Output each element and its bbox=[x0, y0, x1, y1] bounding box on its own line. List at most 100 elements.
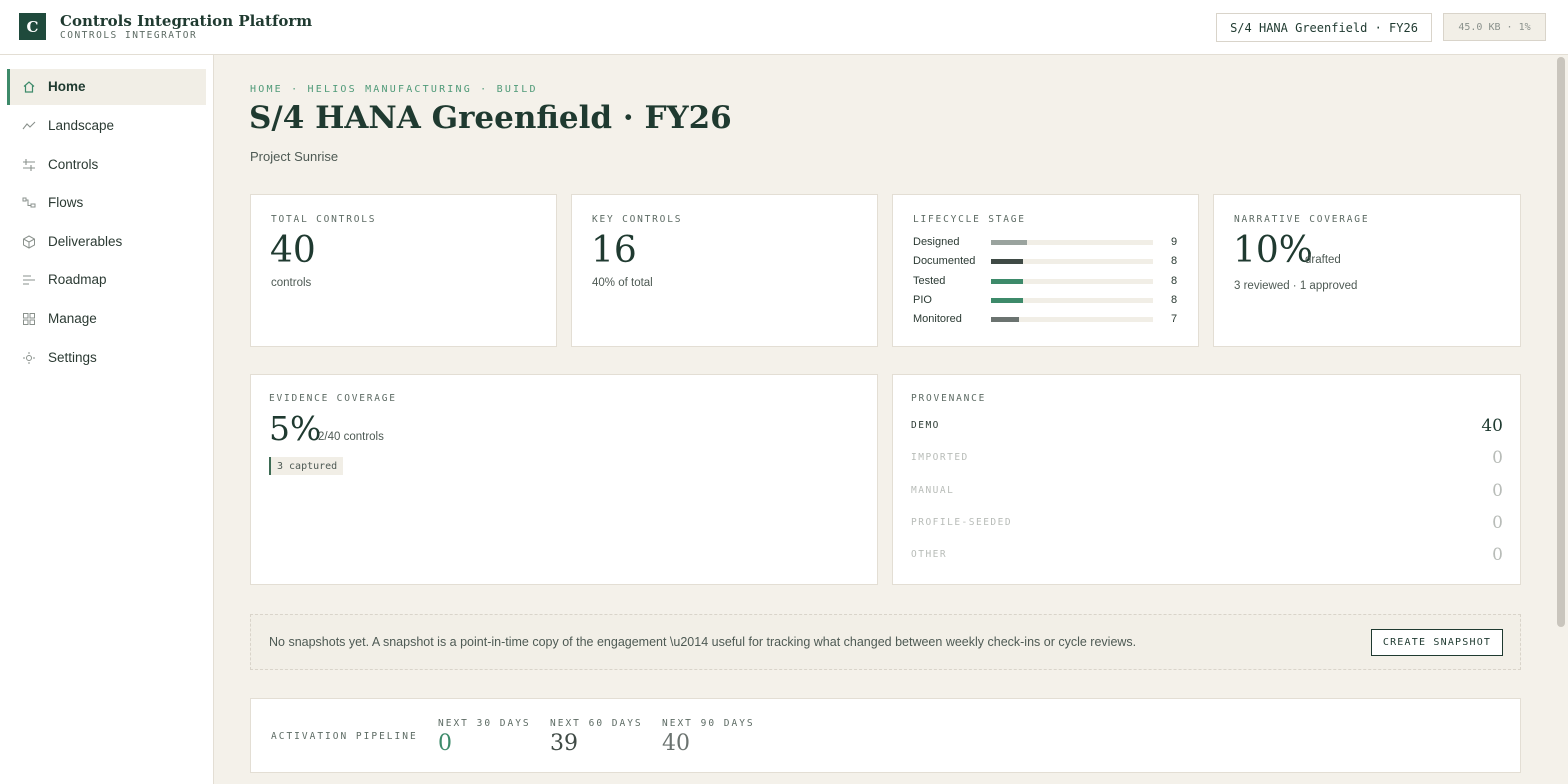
lifecycle-bar bbox=[991, 259, 1023, 265]
sidebar-item-label: Deliverables bbox=[48, 234, 123, 249]
lifecycle-stage-name: Designed bbox=[913, 236, 960, 248]
page-subtitle: Project Sunrise bbox=[250, 149, 339, 164]
lifecycle-stage-name: Tested bbox=[913, 274, 946, 287]
settings-icon bbox=[23, 352, 35, 364]
sidebar-item-manage[interactable]: Manage bbox=[7, 301, 206, 337]
card-label: PROVENANCE bbox=[911, 393, 987, 404]
sidebar-item-landscape[interactable]: Landscape bbox=[7, 108, 206, 144]
evidence-coverage-value: 5% bbox=[269, 409, 322, 448]
create-snapshot-button[interactable]: CREATE SNAPSHOT bbox=[1371, 629, 1503, 656]
package-icon bbox=[23, 235, 35, 249]
provenance-value: 40 bbox=[1481, 416, 1503, 436]
lifecycle-stage-name: Documented bbox=[913, 255, 976, 268]
key-controls-value: 16 bbox=[591, 230, 637, 271]
lifecycle-stage-count: 9 bbox=[1171, 236, 1178, 248]
lifecycle-bar-track bbox=[991, 317, 1153, 323]
sidebar-item-roadmap[interactable]: Roadmap bbox=[7, 262, 206, 298]
pipeline-bucket-30-label: NEXT 30 DAYS bbox=[438, 718, 531, 729]
evidence-coverage-card[interactable]: EVIDENCE COVERAGE 5% 2/40 controls 3 cap… bbox=[250, 374, 878, 585]
sidebar-item-label: Landscape bbox=[48, 118, 115, 133]
evidence-coverage-suffix: 2/40 controls bbox=[318, 431, 384, 443]
provenance-row-profile-seeded: PROFILE-SEEDED 0 bbox=[911, 513, 1503, 535]
sliders-icon bbox=[23, 159, 35, 171]
lifecycle-bar bbox=[991, 278, 1023, 284]
lifecycle-bar bbox=[991, 317, 1019, 323]
provenance-label: OTHER bbox=[911, 549, 948, 561]
sidebar-item-label: Manage bbox=[48, 311, 97, 326]
key-controls-card[interactable]: KEY CONTROLS 16 40% of total bbox=[571, 194, 878, 347]
pipeline-bucket-90-value: 40 bbox=[662, 731, 690, 756]
lifecycle-bar-track bbox=[991, 297, 1153, 303]
provenance-value: 0 bbox=[1492, 545, 1503, 566]
page-title: S/4 HANA Greenfield · FY26 bbox=[249, 100, 732, 136]
lifecycle-row: Documented 8 bbox=[913, 254, 1181, 270]
sidebar-item-label: Controls bbox=[48, 157, 99, 172]
lifecycle-bar bbox=[991, 297, 1023, 303]
lifecycle-bar-track bbox=[991, 278, 1153, 284]
sidebar-item-label: Home bbox=[48, 79, 86, 94]
lifecycle-bar-track bbox=[991, 259, 1153, 265]
snapshot-banner: No snapshots yet. A snapshot is a point-… bbox=[250, 614, 1521, 670]
sidebar-item-home[interactable]: Home bbox=[7, 69, 206, 105]
narrative-coverage-card[interactable]: NARRATIVE COVERAGE 10% drafted 3 reviewe… bbox=[1213, 194, 1521, 347]
scrollbar[interactable] bbox=[1555, 55, 1568, 784]
lifecycle-stage-card[interactable]: LIFECYCLE STAGE Designed 9 Documented 8 Test… bbox=[892, 194, 1199, 347]
pipeline-bucket-60-value: 39 bbox=[550, 731, 578, 756]
provenance-label: DEMO bbox=[911, 420, 940, 431]
grid-icon bbox=[23, 313, 35, 325]
lifecycle-stage-count: 8 bbox=[1171, 274, 1178, 287]
total-controls-card[interactable]: TOTAL CONTROLS 40 controls bbox=[250, 194, 557, 347]
trend-icon bbox=[22, 121, 36, 130]
lifecycle-row: Monitored 7 bbox=[913, 312, 1181, 328]
home-icon bbox=[23, 81, 35, 93]
flow-icon bbox=[22, 197, 36, 208]
lifecycle-row: Designed 9 bbox=[913, 235, 1181, 251]
app-logo[interactable]: C bbox=[19, 13, 46, 40]
lifecycle-stage-count: 8 bbox=[1171, 293, 1178, 306]
provenance-value: 0 bbox=[1492, 480, 1503, 501]
sidebar-item-label: Flows bbox=[48, 195, 84, 210]
sidebar-item-deliverables[interactable]: Deliverables bbox=[7, 224, 206, 260]
provenance-label: PROFILE-SEEDED bbox=[911, 516, 1013, 528]
app-subtitle: CONTROLS INTEGRATOR bbox=[60, 30, 198, 41]
sidebar-item-controls[interactable]: Controls bbox=[7, 147, 206, 183]
provenance-card[interactable]: PROVENANCE DEMO 40 IMPORTED 0 MANUAL 0 PROFILE… bbox=[892, 374, 1521, 585]
lifecycle-stage-count: 7 bbox=[1171, 313, 1178, 326]
provenance-row-demo: DEMO 40 bbox=[911, 416, 1503, 438]
pipeline-bucket-90-label: NEXT 90 DAYS bbox=[662, 718, 755, 729]
provenance-label: MANUAL bbox=[911, 484, 955, 496]
sidebar-item-settings[interactable]: Settings bbox=[7, 340, 206, 376]
breadcrumb[interactable]: HOME · HELIOS MANUFACTURING · BUILD bbox=[250, 84, 538, 95]
narrative-coverage-value: 10% bbox=[1233, 230, 1314, 271]
sidebar: Home Landscape Controls Flows Deliverabl… bbox=[0, 55, 214, 784]
lifecycle-row: PIO 8 bbox=[913, 293, 1181, 309]
total-controls-note: controls bbox=[271, 277, 312, 289]
sidebar-item-label: Roadmap bbox=[48, 272, 107, 287]
snapshot-message: No snapshots yet. A snapshot is a point-… bbox=[269, 635, 1137, 649]
card-label: TOTAL CONTROLS bbox=[271, 214, 377, 225]
provenance-row-manual: MANUAL 0 bbox=[911, 481, 1503, 503]
app-title: Controls Integration Platform bbox=[60, 12, 313, 30]
lifecycle-row: Tested 8 bbox=[913, 274, 1181, 290]
project-selector[interactable]: S/4 HANA Greenfield · FY26 bbox=[1216, 13, 1432, 42]
pipeline-label: ACTIVATION PIPELINE bbox=[271, 731, 418, 742]
narrative-coverage-suffix: drafted bbox=[1305, 254, 1341, 266]
narrative-coverage-note: 3 reviewed · 1 approved bbox=[1234, 280, 1358, 292]
pipeline-bucket-60-label: NEXT 60 DAYS bbox=[550, 718, 643, 729]
card-label: KEY CONTROLS bbox=[592, 214, 683, 225]
activation-pipeline-card[interactable]: ACTIVATION PIPELINE NEXT 30 DAYS 0 NEXT … bbox=[250, 698, 1521, 773]
card-label: NARRATIVE COVERAGE bbox=[1234, 214, 1370, 225]
provenance-value: 0 bbox=[1492, 448, 1503, 469]
provenance-row-imported: IMPORTED 0 bbox=[911, 448, 1503, 470]
total-controls-value: 40 bbox=[270, 230, 316, 271]
scrollbar-thumb[interactable] bbox=[1557, 57, 1565, 627]
sidebar-item-label: Settings bbox=[48, 350, 97, 365]
roadmap-icon bbox=[23, 275, 35, 285]
top-bar: C Controls Integration Platform CONTROLS… bbox=[0, 0, 1568, 55]
sidebar-item-flows[interactable]: Flows bbox=[7, 185, 206, 221]
key-controls-note: 40% of total bbox=[592, 277, 653, 289]
lifecycle-stage-name: PIO bbox=[913, 293, 932, 306]
storage-size-badge: 45.0 KB · 1% bbox=[1443, 13, 1546, 41]
provenance-value: 0 bbox=[1492, 512, 1503, 533]
lifecycle-bar-track bbox=[991, 240, 1153, 245]
